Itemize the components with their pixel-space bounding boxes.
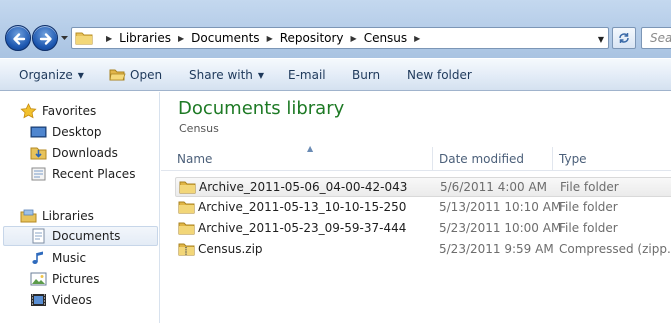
nav-item-label: Downloads (52, 146, 118, 160)
back-arrow-icon (13, 33, 26, 45)
column-header-date-modified[interactable]: Date modified (433, 147, 553, 171)
breadcrumb-separator-icon[interactable]: ▶ (267, 34, 273, 43)
nav-libraries-header[interactable]: Libraries (20, 206, 94, 226)
nav-item-pictures[interactable]: Pictures (30, 269, 100, 289)
folder-icon (178, 201, 195, 214)
refresh-icon (619, 33, 629, 43)
breadcrumb-separator-icon[interactable]: ▶ (414, 34, 420, 43)
organize-label: Organize (19, 68, 73, 82)
libraries-icon (20, 209, 37, 223)
library-subtitle: Census (179, 122, 219, 135)
file-row[interactable]: Census.zip 5/23/2011 9:59 AM Compressed … (175, 240, 671, 260)
column-header-type[interactable]: Type (553, 147, 671, 171)
breadcrumb-separator-icon[interactable]: ▶ (351, 34, 357, 43)
breadcrumb-separator-icon[interactable]: ▶ (106, 34, 112, 43)
file-row[interactable]: Archive_2011-05-13_10-10-15-250 5/13/201… (175, 198, 671, 218)
chevron-down-icon: ▼ (257, 70, 265, 80)
forward-arrow-icon (39, 33, 52, 45)
forward-button[interactable] (32, 25, 58, 51)
recent-pages-dropdown-icon[interactable] (60, 34, 69, 42)
breadcrumb-separator-icon[interactable]: ▶ (178, 34, 184, 43)
file-date-modified: 5/23/2011 9:59 AM (439, 242, 554, 256)
column-header-name[interactable]: ▲ Name (171, 144, 433, 171)
folder-icon (179, 181, 196, 194)
email-label: E-mail (288, 68, 326, 82)
column-header-label: Name (177, 152, 213, 166)
navigation-pane: Favorites Desktop Downloads Recent Place… (0, 92, 160, 323)
address-bar[interactable]: ▶ Libraries ▶ Documents ▶ Repository ▶ C… (71, 27, 609, 49)
address-dropdown-icon[interactable]: ▼ (598, 35, 604, 44)
nav-item-documents[interactable]: Documents (3, 226, 158, 246)
nav-item-label: Documents (52, 229, 121, 243)
email-button[interactable]: E-mail (288, 68, 326, 82)
content-pane: Documents library Census ▲ Name Date mod… (161, 92, 671, 323)
back-button[interactable] (5, 25, 31, 51)
nav-item-music[interactable]: Music (30, 248, 86, 268)
nav-item-label: Desktop (52, 125, 102, 139)
share-with-button[interactable]: Share with ▼ (189, 68, 264, 82)
new-folder-label: New folder (407, 68, 472, 82)
open-button[interactable]: Open (109, 68, 162, 82)
file-type: File folder (560, 180, 619, 194)
nav-item-label: Recent Places (52, 167, 136, 181)
breadcrumb: ▶ Libraries ▶ Documents ▶ Repository ▶ C… (99, 28, 427, 48)
libraries-label: Libraries (42, 209, 94, 223)
favorites-label: Favorites (42, 104, 97, 118)
file-name: Census.zip (198, 242, 263, 256)
nav-item-label: Videos (52, 293, 92, 307)
share-with-label: Share with (189, 68, 253, 82)
new-folder-button[interactable]: New folder (407, 68, 472, 82)
sort-ascending-icon: ▲ (307, 144, 314, 153)
file-type: File folder (559, 200, 618, 214)
breadcrumb-item-documents[interactable]: Documents (191, 31, 259, 45)
nav-item-videos[interactable]: Videos (30, 290, 92, 310)
zip-folder-icon (178, 243, 195, 256)
file-name: Archive_2011-05-06_04-00-42-043 (199, 180, 408, 194)
file-type: File folder (559, 221, 618, 235)
chevron-down-icon: ▼ (77, 70, 84, 80)
refresh-button[interactable] (612, 27, 636, 49)
address-bar-area: ▶ Libraries ▶ Documents ▶ Repository ▶ C… (0, 0, 671, 58)
videos-icon (31, 294, 46, 306)
search-input[interactable]: Sear (641, 27, 671, 49)
column-header-label: Date modified (439, 152, 525, 166)
file-date-modified: 5/13/2011 10:10 AM (439, 200, 562, 214)
file-date-modified: 5/6/2011 4:00 AM (440, 180, 548, 194)
column-header-row: ▲ Name Date modified Type (161, 144, 671, 171)
burn-button[interactable]: Burn (352, 68, 380, 82)
file-name: Archive_2011-05-13_10-10-15-250 (198, 200, 407, 214)
command-bar: Organize ▼ Open Share with ▼ E-mail Burn… (0, 58, 671, 91)
nav-item-desktop[interactable]: Desktop (30, 122, 102, 142)
page-title: Documents library (178, 98, 345, 119)
nav-item-label: Pictures (52, 272, 100, 286)
breadcrumb-item-repository[interactable]: Repository (280, 31, 344, 45)
file-name: Archive_2011-05-23_09-59-37-444 (198, 221, 407, 235)
file-type: Compressed (zipp... (559, 242, 671, 256)
file-date-modified: 5/23/2011 10:00 AM (439, 221, 562, 235)
burn-label: Burn (352, 68, 381, 82)
file-row[interactable]: Archive_2011-05-23_09-59-37-444 5/23/201… (175, 219, 671, 239)
column-header-label: Type (559, 152, 587, 166)
folder-icon (75, 32, 93, 45)
breadcrumb-item-libraries[interactable]: Libraries (119, 31, 171, 45)
nav-item-downloads[interactable]: Downloads (30, 143, 118, 163)
desktop-icon (30, 126, 47, 138)
organize-button[interactable]: Organize ▼ (19, 68, 84, 82)
open-label: Open (130, 68, 163, 82)
nav-item-label: Music (52, 251, 87, 265)
open-folder-icon (109, 69, 126, 81)
documents-icon (32, 228, 45, 244)
star-icon (20, 103, 37, 119)
downloads-folder-icon (30, 147, 47, 160)
folder-icon (178, 222, 195, 235)
file-row[interactable]: Archive_2011-05-06_04-00-42-043 5/6/2011… (175, 177, 671, 197)
nav-item-recent-places[interactable]: Recent Places (30, 164, 135, 184)
music-icon (32, 251, 43, 264)
nav-favorites-header[interactable]: Favorites (20, 101, 96, 121)
recent-places-icon (31, 167, 46, 181)
pictures-icon (30, 272, 47, 286)
breadcrumb-item-census[interactable]: Census (364, 31, 407, 45)
